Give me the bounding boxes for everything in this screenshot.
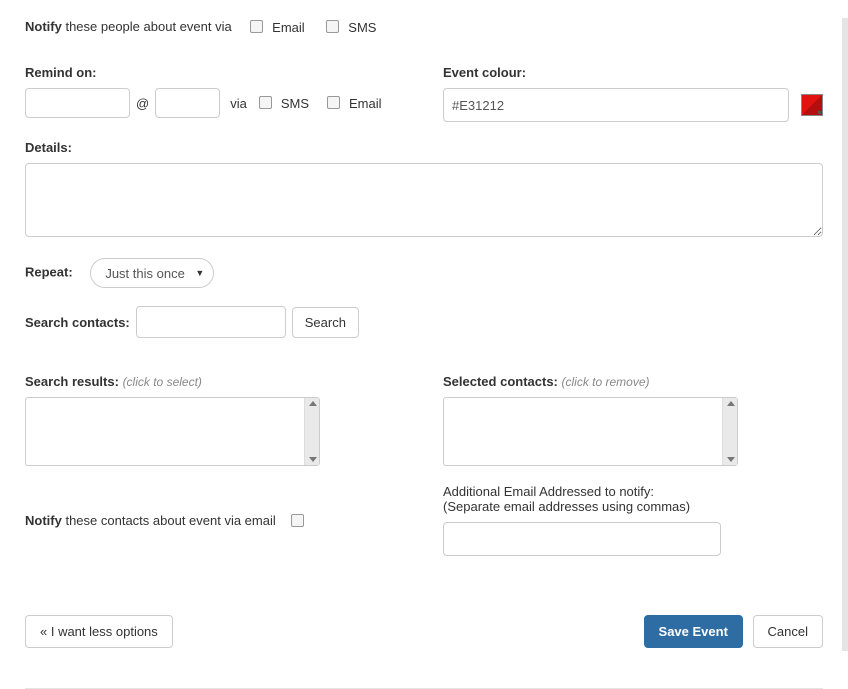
details-section: Details: [25, 140, 823, 240]
selected-contacts-listbox[interactable] [443, 397, 738, 466]
remind-sms-label: SMS [281, 96, 309, 111]
search-contacts-label: Search contacts: [25, 315, 130, 330]
repeat-row: Repeat: Just this once [25, 258, 823, 288]
notify-contacts-prefix: Notify [25, 513, 62, 528]
repeat-select[interactable]: Just this once [90, 258, 214, 288]
details-textarea[interactable] [25, 163, 823, 237]
search-button[interactable]: Search [292, 307, 359, 338]
search-contacts-input[interactable] [136, 306, 286, 338]
notify-contacts-suffix: these contacts about event via email [62, 513, 276, 528]
selected-contacts-section: Selected contacts: (click to remove) Add… [443, 374, 823, 556]
notify-contacts-row: Notify these contacts about event via em… [25, 512, 325, 531]
colour-swatch-icon[interactable] [801, 94, 823, 116]
additional-emails-hint: (Separate email addresses using commas) [443, 499, 823, 514]
selected-contacts-hint: (click to remove) [562, 375, 650, 389]
remind-section: Remind on: @ via SMS Email [25, 65, 423, 122]
event-colour-section: Event colour: [443, 65, 823, 122]
details-label: Details: [25, 140, 823, 155]
scrollbar[interactable] [304, 398, 319, 465]
remind-email-checkbox[interactable] [327, 96, 340, 109]
remind-sms-checkbox[interactable] [259, 96, 272, 109]
notify-suffix: these people about event via [62, 19, 232, 34]
search-contacts-row: Search contacts: Search [25, 306, 823, 338]
notify-email-label: Email [272, 20, 305, 35]
save-event-button[interactable]: Save Event [644, 615, 743, 648]
search-results-hint: (click to select) [123, 375, 202, 389]
notify-sms-checkbox[interactable] [326, 20, 339, 33]
additional-emails-input[interactable] [443, 522, 721, 556]
cancel-button[interactable]: Cancel [753, 615, 823, 648]
notify-prefix: Notify [25, 19, 62, 34]
remind-time-input[interactable] [155, 88, 220, 118]
remind-date-input[interactable] [25, 88, 130, 118]
event-colour-input[interactable] [443, 88, 789, 122]
remind-via: via [230, 96, 247, 111]
footer: « I want less options Save Event Cancel [25, 615, 823, 648]
selected-contacts-label: Selected contacts: [443, 374, 558, 389]
less-options-button[interactable]: « I want less options [25, 615, 173, 648]
search-results-listbox[interactable] [25, 397, 320, 466]
page-scrollbar[interactable] [842, 18, 848, 651]
notify-sms-label: SMS [348, 20, 376, 35]
remind-label: Remind on: [25, 65, 423, 80]
notify-people-row: Notify these people about event via Emai… [25, 18, 823, 37]
scrollbar[interactable] [722, 398, 737, 465]
remind-email-label: Email [349, 96, 382, 111]
notify-contacts-checkbox[interactable] [291, 514, 304, 527]
additional-emails-label: Additional Email Addressed to notify: [443, 484, 823, 499]
event-colour-label: Event colour: [443, 65, 823, 80]
search-results-label: Search results: [25, 374, 119, 389]
notify-email-checkbox[interactable] [250, 20, 263, 33]
remind-at: @ [136, 96, 149, 111]
repeat-label: Repeat: [25, 264, 73, 279]
